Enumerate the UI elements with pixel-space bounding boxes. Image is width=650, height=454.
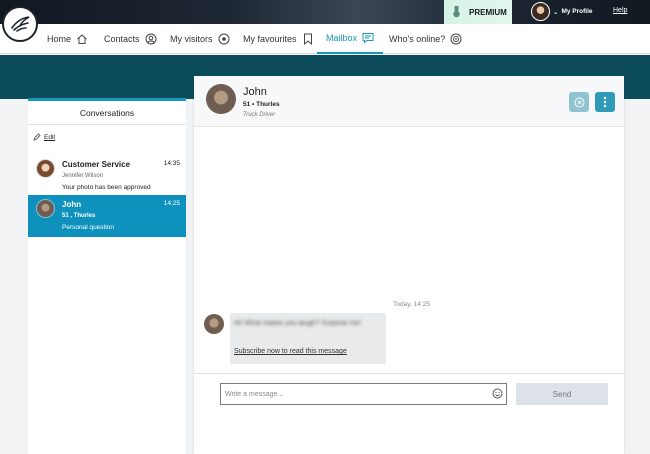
help-link[interactable]: Help — [613, 7, 627, 14]
contact-job: Truck Driver — [243, 112, 276, 118]
nav-favourites[interactable]: My favourites — [243, 24, 314, 54]
conversation-name: Customer Service — [62, 160, 131, 169]
conversation-sub: Jennifer Wilson — [62, 173, 104, 179]
profile-label: My Profile — [561, 8, 593, 15]
avatar[interactable] — [206, 84, 236, 114]
nav-home[interactable]: Home — [47, 24, 88, 54]
close-conversation-button[interactable] — [569, 92, 589, 112]
bird-logo-icon — [11, 16, 30, 32]
avatar — [36, 159, 55, 178]
chevron-down-icon: ⌄ — [553, 8, 559, 16]
conversation-time: 14:25 — [163, 200, 180, 207]
chat-icon — [362, 33, 374, 44]
chat-header: John 51 • Thurles Truck Driver — [194, 76, 624, 127]
nav-mailbox-label: Mailbox — [326, 33, 358, 43]
conversations-panel: Conversations Edit Customer Service 14:3… — [28, 98, 186, 454]
blurred-message-text: Hi! What makes you laugh? Surprise me! — [234, 320, 362, 327]
profile-avatar — [531, 2, 550, 21]
home-icon — [77, 34, 87, 44]
premium-label: PREMIUM — [469, 7, 507, 17]
send-button[interactable]: Send — [516, 383, 608, 405]
conversation-preview: Your photo has been approved — [62, 184, 151, 191]
online-icon — [450, 33, 462, 45]
emoji-icon[interactable] — [492, 388, 503, 399]
contact-name[interactable]: John — [243, 86, 267, 98]
pencil-icon — [33, 133, 41, 141]
subscribe-link[interactable]: Subscribe now to read this message — [234, 348, 347, 355]
conversation-item[interactable]: Customer Service 14:35 Jennifer Wilson Y… — [28, 155, 186, 197]
nav-online[interactable]: Who's online? — [389, 24, 462, 54]
edit-label: Edit — [44, 133, 56, 141]
medal-icon — [453, 6, 460, 18]
eye-icon — [218, 33, 229, 45]
nav-favourites-label: My favourites — [243, 34, 297, 44]
divider — [194, 373, 624, 374]
nav-home-label: Home — [47, 34, 72, 44]
nav-contacts[interactable]: Contacts — [104, 24, 157, 54]
profile-menu[interactable]: ⌄ My Profile — [531, 2, 593, 21]
avatar — [204, 314, 224, 334]
premium-button[interactable]: PREMIUM — [444, 0, 512, 24]
main-nav: Home Contacts My visitors My favourites … — [0, 24, 650, 54]
message-date: Today, 14:25 — [393, 301, 430, 308]
more-options-button[interactable] — [595, 92, 615, 112]
site-logo[interactable] — [2, 6, 38, 42]
nav-mailbox[interactable]: Mailbox — [317, 24, 384, 54]
nav-visitors[interactable]: My visitors — [170, 24, 230, 54]
chat-panel: John 51 • Thurles Truck Driver Today, 14… — [194, 76, 624, 454]
message-input[interactable] — [220, 383, 507, 405]
contacts-icon — [145, 33, 157, 45]
avatar — [36, 199, 55, 218]
conversation-time: 14:35 — [163, 160, 180, 167]
conversation-item-selected[interactable]: John 14:25 51 , Thurles Personal questio… — [28, 195, 186, 237]
conversation-preview: Personal question — [62, 224, 115, 231]
nav-visitors-label: My visitors — [170, 34, 213, 44]
edit-button[interactable]: Edit — [33, 133, 55, 141]
contact-info: 51 • Thurles — [243, 101, 280, 108]
nav-contacts-label: Contacts — [104, 34, 140, 44]
more-vertical-icon — [603, 96, 607, 108]
tab-conversations-label: Conversations — [79, 107, 135, 118]
close-icon — [574, 97, 584, 107]
tab-conversations[interactable]: Conversations — [28, 98, 186, 125]
conversation-sub: 51 , Thurles — [62, 213, 96, 219]
conversation-name: John — [62, 200, 82, 209]
message-bubble: Hi! What makes you laugh? Surprise me! S… — [230, 313, 386, 364]
bookmark-icon — [303, 33, 312, 45]
nav-online-label: Who's online? — [389, 34, 446, 44]
